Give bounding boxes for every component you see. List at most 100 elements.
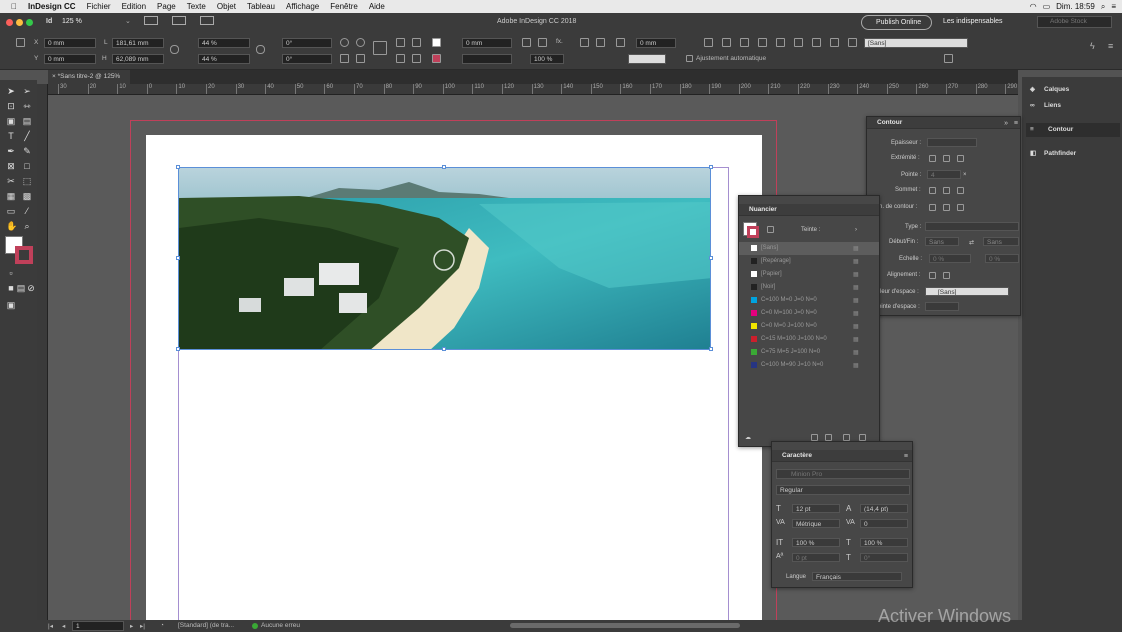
- corner-size-field[interactable]: 0 mm: [636, 38, 676, 48]
- cloud-icon[interactable]: ☁: [745, 434, 751, 441]
- new-swatch-icon[interactable]: [843, 434, 850, 441]
- distribute-v-icon[interactable]: [830, 38, 839, 47]
- horizontal-scrollbar[interactable]: [510, 623, 740, 628]
- frame-handle-tc[interactable]: [442, 165, 446, 169]
- new-color-group-icon[interactable]: [825, 434, 832, 441]
- swap-icon[interactable]: ⇄: [969, 239, 974, 246]
- swatch-row[interactable]: [Sans] ▦: [739, 242, 879, 255]
- fx-icon[interactable]: fx.: [556, 38, 563, 45]
- nuancier-stroke-icon[interactable]: [747, 226, 759, 238]
- rectangle-frame-tool-icon[interactable]: ⊠: [6, 161, 16, 171]
- apply-none-icon[interactable]: ⊘: [26, 283, 36, 293]
- prev-page-icon[interactable]: ◂: [62, 622, 65, 630]
- echelle-debut-field[interactable]: 0 %: [929, 254, 971, 263]
- langue-select[interactable]: Français: [812, 572, 902, 581]
- panel-menu-icon[interactable]: ≡: [904, 453, 908, 460]
- select-container-icon[interactable]: [396, 38, 405, 47]
- font-size-field[interactable]: 12 pt: [792, 504, 840, 513]
- panel-menu-icon[interactable]: ≡: [1108, 41, 1113, 51]
- swatch-row[interactable]: [Noir] ▦: [739, 281, 879, 294]
- menu-fenetre[interactable]: Fenêtre: [330, 2, 358, 11]
- frame-handle-tl[interactable]: [176, 165, 180, 169]
- horizontal-scale-field[interactable]: 100 %: [860, 538, 908, 547]
- pencil-tool-icon[interactable]: ✎: [22, 146, 32, 156]
- height-field[interactable]: 62,089 mm: [112, 54, 164, 64]
- swatch-row[interactable]: [Papier] ▦: [739, 268, 879, 281]
- page-number-field[interactable]: 1: [72, 621, 124, 631]
- screen-mode-icon[interactable]: [172, 16, 186, 25]
- baseline-field[interactable]: 0 pt: [792, 553, 840, 562]
- preflight-profile[interactable]: [Standard] (de tra...: [178, 622, 234, 629]
- formatting-container-icon[interactable]: ▫: [6, 268, 16, 278]
- content-placer-icon[interactable]: ▤: [22, 116, 32, 126]
- menu-tableau[interactable]: Tableau: [247, 2, 275, 11]
- echelle-fin-field[interactable]: 0 %: [985, 254, 1019, 263]
- epaisseur-field[interactable]: [927, 138, 977, 147]
- panel-menu-icon[interactable]: ≡: [1014, 120, 1018, 127]
- content-collector-icon[interactable]: ▣: [6, 116, 16, 126]
- zoom-window-button[interactable]: [26, 19, 33, 26]
- app-menu[interactable]: InDesign CC: [28, 2, 76, 11]
- type-tool-icon[interactable]: T: [6, 131, 16, 141]
- hand-tool-icon[interactable]: ✋: [6, 221, 17, 231]
- align-left-icon[interactable]: [704, 38, 713, 47]
- menu-page[interactable]: Page: [157, 2, 176, 11]
- fin-select[interactable]: Sans: [983, 237, 1019, 246]
- swatch-row[interactable]: C=100 M=0 J=0 N=0 ▦: [739, 294, 879, 307]
- gradient-tool-icon[interactable]: ▦: [6, 191, 16, 201]
- chevron-down-icon[interactable]: ⌄: [125, 17, 131, 25]
- couleur-espace-select[interactable]: [Sans]: [925, 287, 1009, 296]
- zoom-tool-icon[interactable]: ⌕: [22, 221, 32, 231]
- last-page-icon[interactable]: ▸|: [140, 622, 145, 630]
- arrange-documents-icon[interactable]: [200, 16, 214, 25]
- dock-pathfinder[interactable]: ◧ Pathfinder: [1022, 147, 1122, 161]
- join-round-icon[interactable]: [943, 187, 950, 194]
- gradient-feather-tool-icon[interactable]: ▩: [22, 191, 32, 201]
- collapse-panel-icon[interactable]: »: [1004, 120, 1008, 127]
- frame-handle-bl[interactable]: [176, 347, 180, 351]
- leading-field[interactable]: (14,4 pt): [860, 504, 908, 513]
- next-page-icon[interactable]: ▸: [130, 622, 133, 630]
- stroke-type-field[interactable]: [462, 54, 512, 64]
- horizontal-ruler[interactable]: 30 20 10 0 10 20 30 40 50 60 70 80 90 100 110 120 130 140…: [48, 84, 1018, 95]
- flip-v-icon[interactable]: [356, 54, 365, 63]
- frame-handle-br[interactable]: [709, 347, 713, 351]
- adobe-stock-search-input[interactable]: Adobe Stock: [1037, 16, 1112, 28]
- swatch-row[interactable]: [Repérage] ▦: [739, 255, 879, 268]
- width-field[interactable]: 181,61 mm: [112, 38, 164, 48]
- arrow-align-icon[interactable]: [929, 272, 936, 279]
- menu-affichage[interactable]: Affichage: [286, 2, 319, 11]
- frame-handle-ml[interactable]: [176, 256, 180, 260]
- preflight-errors[interactable]: Aucune erreu: [261, 622, 300, 629]
- dock-liens[interactable]: ∞ Liens: [1022, 99, 1122, 113]
- display-performance-icon[interactable]: [144, 16, 158, 25]
- scale-x-field[interactable]: 44 %: [198, 38, 250, 48]
- kerning-field[interactable]: Métrique: [792, 519, 840, 528]
- apply-gradient-icon[interactable]: ▤: [16, 283, 26, 293]
- stroke-color-icon[interactable]: [15, 246, 33, 264]
- wifi-icon[interactable]: ◠: [1030, 2, 1037, 11]
- constrain-scale-icon[interactable]: [256, 45, 265, 54]
- y-field[interactable]: 0 mm: [44, 54, 96, 64]
- x-field[interactable]: 0 mm: [44, 38, 96, 48]
- shear-field[interactable]: 0°: [282, 54, 332, 64]
- minimize-window-button[interactable]: [16, 19, 23, 26]
- reference-point-icon[interactable]: [16, 38, 25, 47]
- select-content-icon[interactable]: [412, 38, 421, 47]
- first-page-icon[interactable]: |◂: [48, 622, 53, 630]
- align-stroke-center-icon[interactable]: [929, 204, 936, 211]
- swatch-row[interactable]: C=75 M=5 J=100 N=0 ▦: [739, 346, 879, 359]
- stroke-swatch-icon[interactable]: [432, 54, 441, 63]
- flip-h-icon[interactable]: [340, 54, 349, 63]
- menu-edition[interactable]: Edition: [122, 2, 146, 11]
- search-icon[interactable]: ⌕: [1101, 2, 1105, 12]
- pen-tool-icon[interactable]: ✒: [6, 146, 16, 156]
- font-style-select[interactable]: Regular: [776, 485, 910, 495]
- type-select[interactable]: [925, 222, 1019, 231]
- constrain-proportions-icon[interactable]: [170, 45, 179, 54]
- placed-image-frame[interactable]: [178, 167, 711, 350]
- swatch-row[interactable]: C=15 M=100 J=100 N=0 ▦: [739, 333, 879, 346]
- cap-round-icon[interactable]: [943, 155, 950, 162]
- lightning-icon[interactable]: ϟ: [1090, 41, 1095, 51]
- join-miter-icon[interactable]: [929, 187, 936, 194]
